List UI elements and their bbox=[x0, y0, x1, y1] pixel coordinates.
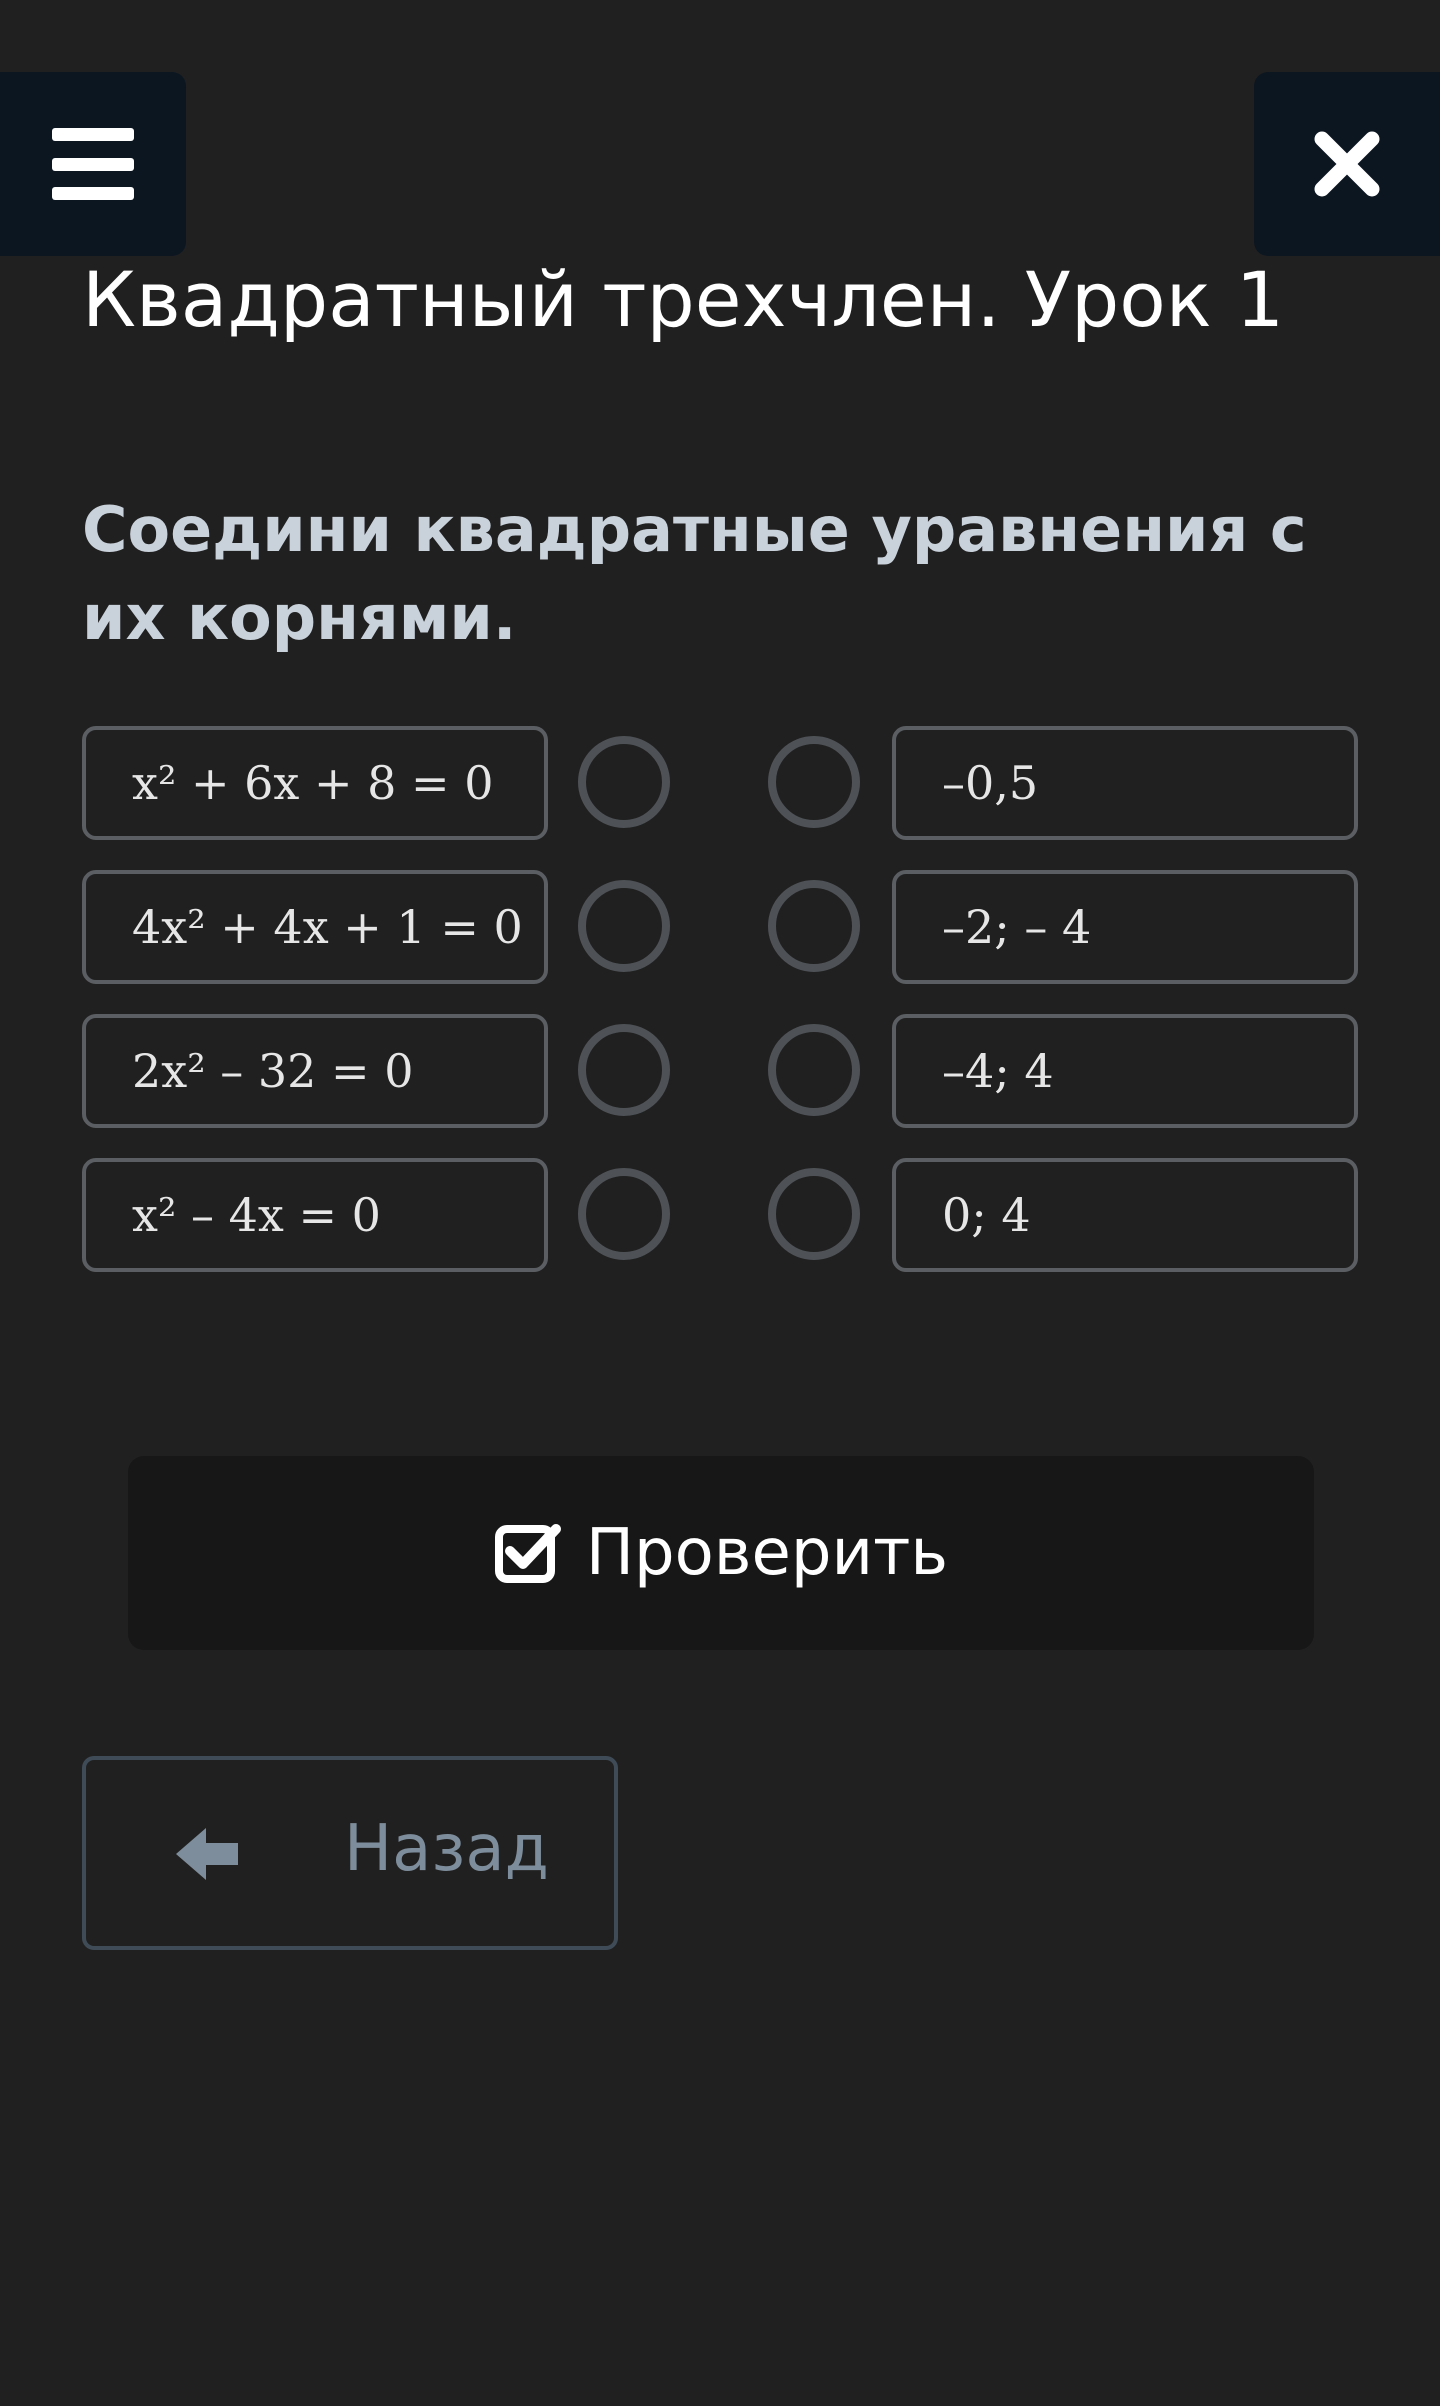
root-connector-dot[interactable] bbox=[768, 880, 860, 972]
close-x-icon bbox=[1314, 131, 1380, 197]
equation-connector-dot[interactable] bbox=[578, 736, 670, 828]
equation-item[interactable]: 4x² + 4x + 1 = 0 bbox=[82, 870, 548, 984]
root-text: 0; 4 bbox=[942, 1188, 1031, 1242]
equation-text: x² + 6x + 8 = 0 bbox=[132, 756, 494, 810]
equation-item[interactable]: x² + 6x + 8 = 0 bbox=[82, 726, 548, 840]
arrow-left-icon bbox=[176, 1828, 238, 1880]
lesson-title: Квадратный трехчлен. Урок 1 bbox=[82, 255, 1285, 344]
equation-item[interactable]: 2x² – 32 = 0 bbox=[82, 1014, 548, 1128]
equation-text: 2x² – 32 = 0 bbox=[132, 1044, 414, 1098]
check-button-label: Проверить bbox=[585, 1516, 949, 1590]
root-connector-dot[interactable] bbox=[768, 1024, 860, 1116]
equation-connector-dot[interactable] bbox=[578, 1168, 670, 1260]
root-text: –0,5 bbox=[942, 756, 1039, 810]
root-connector-dot[interactable] bbox=[768, 736, 860, 828]
menu-button[interactable] bbox=[0, 72, 186, 256]
equation-text: 4x² + 4x + 1 = 0 bbox=[132, 900, 523, 954]
root-item[interactable]: –2; – 4 bbox=[892, 870, 1358, 984]
root-item[interactable]: 0; 4 bbox=[892, 1158, 1358, 1272]
checkbox-checked-icon bbox=[494, 1524, 561, 1583]
back-button-label: Назад bbox=[344, 1812, 549, 1886]
equation-text: x² – 4x = 0 bbox=[132, 1188, 381, 1242]
check-button[interactable]: Проверить bbox=[128, 1456, 1314, 1650]
root-item[interactable]: –4; 4 bbox=[892, 1014, 1358, 1128]
equation-item[interactable]: x² – 4x = 0 bbox=[82, 1158, 548, 1272]
task-instruction: Соедини квадратные уравнения с их корням… bbox=[82, 493, 1307, 654]
hamburger-menu-icon bbox=[52, 128, 134, 200]
equation-connector-dot[interactable] bbox=[578, 880, 670, 972]
close-button[interactable] bbox=[1254, 72, 1440, 256]
back-button[interactable]: Назад bbox=[82, 1756, 618, 1950]
root-text: –4; 4 bbox=[942, 1044, 1054, 1098]
equation-connector-dot[interactable] bbox=[578, 1024, 670, 1116]
root-connector-dot[interactable] bbox=[768, 1168, 860, 1260]
root-text: –2; – 4 bbox=[942, 900, 1092, 954]
root-item[interactable]: –0,5 bbox=[892, 726, 1358, 840]
